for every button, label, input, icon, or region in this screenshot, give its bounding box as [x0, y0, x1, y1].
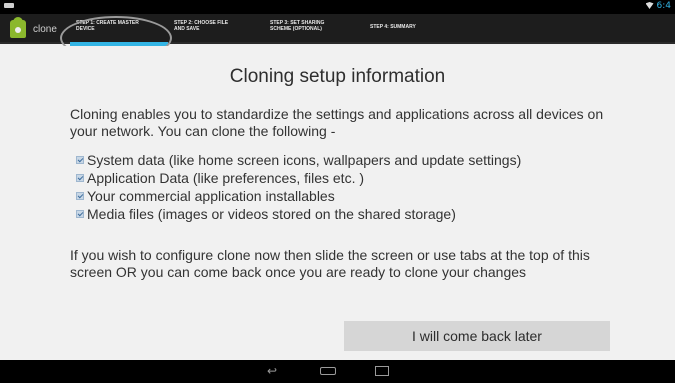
feature-label: Application Data (like preferences, file…: [87, 170, 365, 186]
outro-text: If you wish to configure clone now then …: [70, 247, 590, 280]
app-title: clone: [33, 24, 57, 35]
status-bar: 6:4: [0, 0, 675, 14]
feature-label: Your commercial application installables: [87, 188, 335, 204]
list-item: Application Data (like preferences, file…: [76, 169, 521, 187]
list-item: System data (like home screen icons, wal…: [76, 151, 521, 169]
list-item: Media files (images or videos stored on …: [76, 205, 521, 223]
checkbox-icon: [76, 174, 84, 182]
tab-step-3[interactable]: STEP 3: SET SHARING SCHEME (OPTIONAL): [264, 14, 364, 44]
clock: 6:4: [656, 1, 671, 11]
status-right: 6:4: [645, 1, 671, 11]
checkbox-icon: [76, 156, 84, 164]
feature-label: System data (like home screen icons, wal…: [87, 152, 522, 168]
main-content: Cloning setup information Cloning enable…: [0, 46, 675, 360]
tab-label-line: STEP 4: SUMMARY: [370, 24, 416, 30]
page-title: Cloning setup information: [229, 66, 446, 87]
wifi-icon: [645, 2, 654, 9]
android-icon[interactable]: [10, 17, 26, 38]
home-icon[interactable]: [318, 364, 338, 378]
list-item: Your commercial application installables: [76, 187, 521, 205]
notification-icon: [4, 3, 14, 8]
checkbox-icon: [76, 210, 84, 218]
tab-step-4[interactable]: STEP 4: SUMMARY: [364, 14, 444, 44]
intro-text: Cloning enables you to standardize the s…: [70, 106, 604, 139]
checkbox-icon: [76, 192, 84, 200]
feature-list: System data (like home screen icons, wal…: [76, 151, 521, 223]
tab-label-line: SCHEME (OPTIONAL): [270, 26, 322, 32]
tab-step-2[interactable]: STEP 2: CHOOSE FILE AND SAVE: [168, 14, 264, 44]
recent-apps-icon[interactable]: [372, 364, 392, 378]
come-back-later-button[interactable]: I will come back later: [344, 321, 610, 351]
navigation-bar: ↩: [0, 360, 675, 383]
feature-label: Media files (images or videos stored on …: [87, 206, 456, 222]
back-icon[interactable]: ↩: [262, 364, 282, 378]
tab-label-line: AND SAVE: [174, 26, 200, 32]
